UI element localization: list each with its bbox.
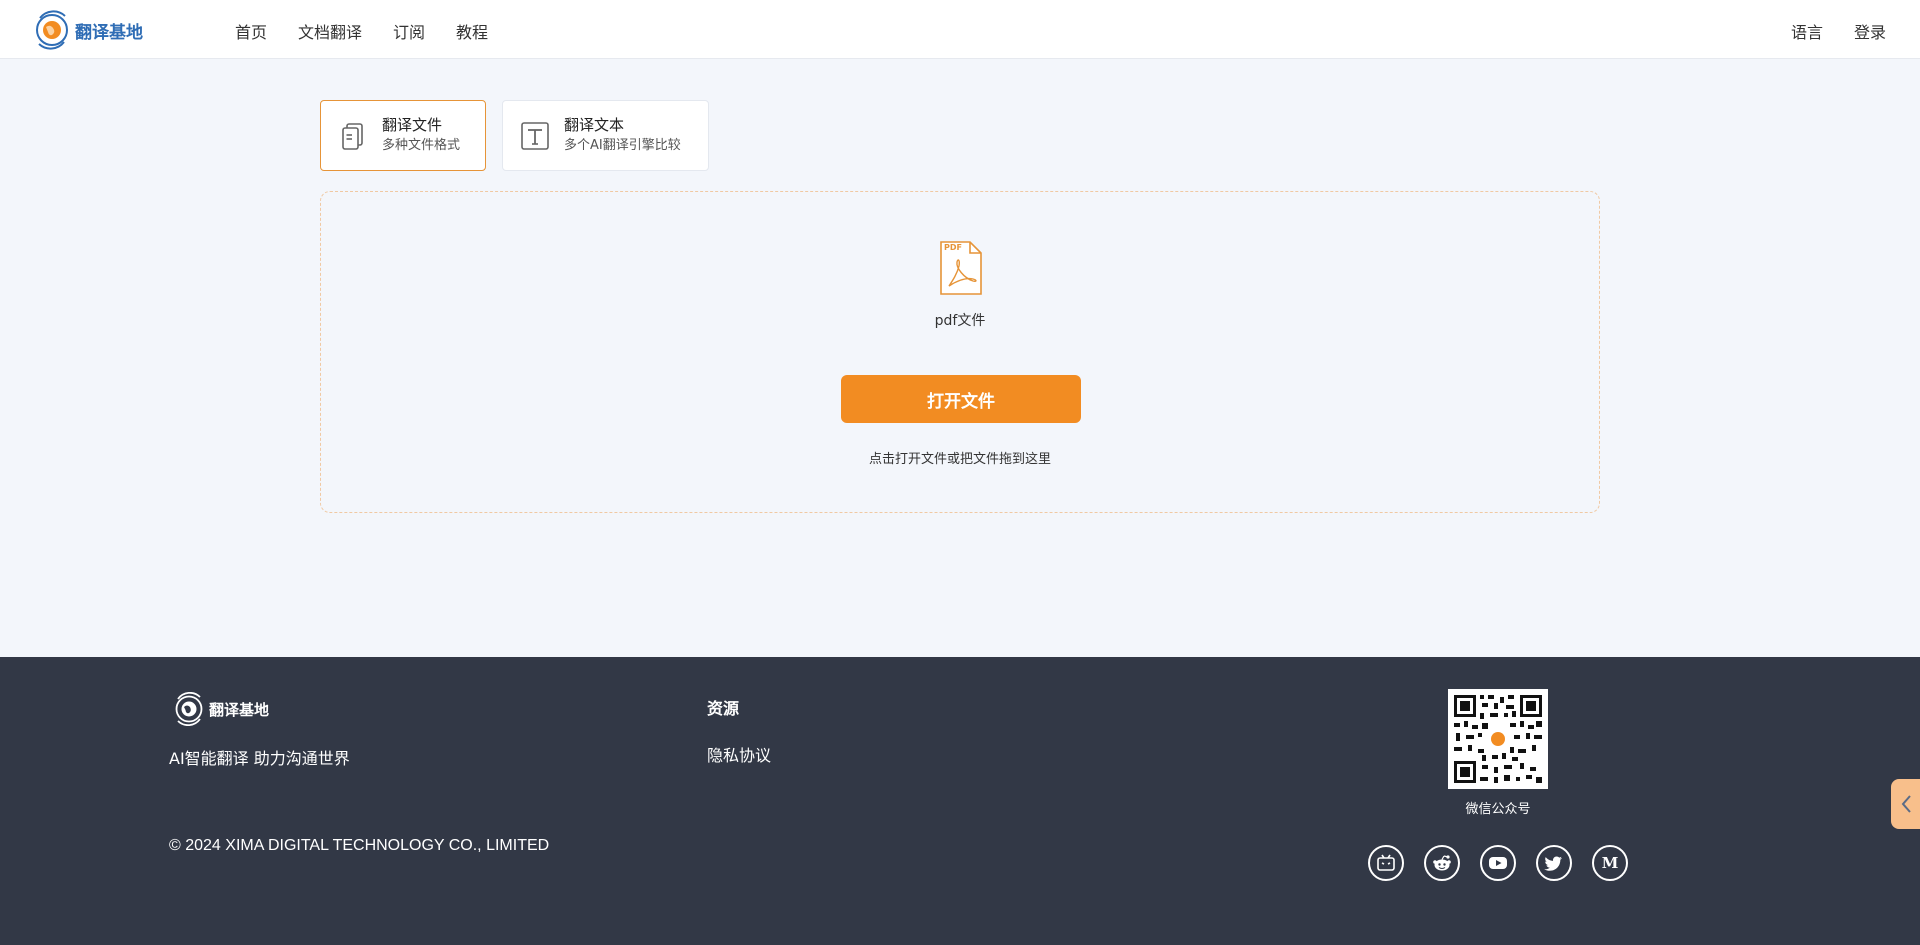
main-nav: 首页 文档翻译 订阅 教程 <box>235 19 519 43</box>
top-navbar: 翻译基地 首页 文档翻译 订阅 教程 语言 登录 <box>0 0 1920 59</box>
reddit-icon[interactable] <box>1424 845 1460 881</box>
open-file-button[interactable]: 打开文件 <box>841 375 1081 423</box>
medium-icon[interactable]: M <box>1592 845 1628 881</box>
chevron-left-icon <box>1901 795 1911 813</box>
tab-translate-file[interactable]: 翻译文件 多种文件格式 <box>320 100 486 171</box>
resources-heading: 资源 <box>707 699 740 718</box>
login-button[interactable]: 登录 <box>1854 19 1886 43</box>
footer-slogan: AI智能翻译 助力沟通世界 <box>169 749 350 768</box>
tab-file-title: 翻译文件 <box>382 116 443 134</box>
footer-logo-globe-icon <box>175 692 203 726</box>
text-t-icon <box>521 121 549 150</box>
nav-subscribe[interactable]: 订阅 <box>393 19 425 43</box>
language-button[interactable]: 语言 <box>1791 19 1823 43</box>
footer-logo[interactable]: 翻译基地 <box>172 692 269 726</box>
logo-text: 翻译基地 <box>75 22 143 43</box>
social-links: M <box>1368 845 1648 881</box>
nav-doc-translate[interactable]: 文档翻译 <box>298 19 362 43</box>
logo[interactable]: 翻译基地 <box>32 10 143 50</box>
logo-globe-icon <box>36 10 68 50</box>
privacy-policy-link[interactable]: 隐私协议 <box>707 742 771 766</box>
tab-translate-text[interactable]: 翻译文本 多个AI翻译引擎比较 <box>502 100 709 171</box>
tab-file-text: 翻译文件 多种文件格式 <box>382 115 460 156</box>
footer: 翻译基地 AI智能翻译 助力沟通世界 © 2024 XIMA DIGITAL T… <box>0 657 1920 945</box>
qr-label: 微信公众号 <box>1465 802 1531 817</box>
pdf-file-icon: PDF <box>940 241 982 295</box>
twitter-icon[interactable] <box>1536 845 1572 881</box>
file-type-label: pdf文件 <box>934 313 986 329</box>
footer-logo-text: 翻译基地 <box>209 700 270 719</box>
nav-tutorial[interactable]: 教程 <box>456 19 488 43</box>
drop-hint: 点击打开文件或把文件拖到这里 <box>868 452 1051 467</box>
bilibili-icon[interactable] <box>1368 845 1404 881</box>
pdf-badge: PDF <box>944 243 962 252</box>
side-panel-toggle[interactable] <box>1891 779 1920 829</box>
file-drop-zone[interactable]: PDF pdf文件 打开文件 点击打开文件或把文件拖到这里 <box>320 191 1600 513</box>
header-actions: 语言 登录 <box>1760 19 1886 43</box>
tab-file-subtitle: 多种文件格式 <box>382 138 461 153</box>
youtube-icon[interactable] <box>1480 845 1516 881</box>
copyright: © 2024 XIMA DIGITAL TECHNOLOGY CO., LIMI… <box>169 837 550 854</box>
wechat-qr-code <box>1448 689 1548 789</box>
tab-text-text: 翻译文本 多个AI翻译引擎比较 <box>564 115 681 156</box>
svg-text:M: M <box>1602 854 1619 872</box>
nav-home[interactable]: 首页 <box>235 19 267 43</box>
tab-text-title: 翻译文本 <box>564 116 625 134</box>
document-icon <box>342 122 363 150</box>
tab-text-subtitle: 多个AI翻译引擎比较 <box>564 138 681 153</box>
